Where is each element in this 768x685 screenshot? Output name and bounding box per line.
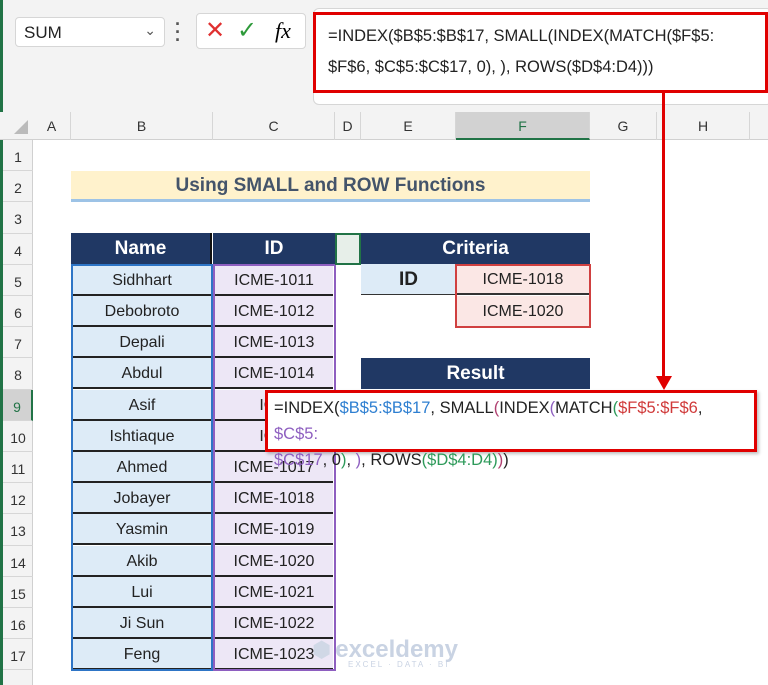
column-header-h[interactable]: H: [657, 112, 750, 140]
result-header[interactable]: Result: [361, 358, 590, 389]
column-header-d[interactable]: D: [335, 112, 361, 140]
check-icon[interactable]: ✓: [237, 16, 257, 45]
exceldemy-logo-icon: ⬢: [312, 637, 332, 662]
formula-token: ,: [697, 399, 703, 417]
formula-bar[interactable]: =INDEX($B$5:$B$17, SMALL(INDEX(MATCH($F$…: [313, 12, 768, 93]
row-header-6[interactable]: 6: [3, 296, 33, 328]
formula-token: , 0: [322, 451, 341, 469]
formula-token: $D$4:D4: [427, 451, 493, 469]
row-header-10[interactable]: 10: [3, 421, 33, 452]
formula-token: $C$5:: [274, 425, 319, 443]
formula-token: , ROWS: [361, 451, 422, 469]
row-header-4[interactable]: 4: [3, 234, 33, 265]
row-header-2[interactable]: 2: [3, 171, 33, 203]
name-header[interactable]: Name: [71, 233, 212, 264]
cell-d4-highlight[interactable]: [335, 233, 361, 265]
arrow-line: [662, 93, 665, 378]
name-box-value: SUM: [24, 23, 62, 42]
watermark: ⬢ exceldemy EXCEL · DATA · BI: [312, 636, 458, 669]
formula-token: INDEX: [499, 399, 550, 417]
row-header-7[interactable]: 7: [3, 327, 33, 359]
formula-line-2: $F$6, $C$5:$C$17, 0), ), ROWS($D$4:D4))): [328, 58, 654, 76]
row-header-3[interactable]: 3: [3, 202, 33, 234]
formula-buttons: ✕ ✓ fx: [196, 13, 306, 49]
formula-token: MATCH: [555, 399, 613, 417]
column-header-g[interactable]: G: [590, 112, 657, 140]
formula-callout: =INDEX($B$5:$B$17, SMALL(INDEX(MATCH($F$…: [265, 390, 757, 469]
sheet-title: Using SMALL and ROW Functions: [71, 171, 590, 202]
formula-token: $F$5:$F$6: [618, 399, 698, 417]
column-header-e[interactable]: E: [361, 112, 456, 140]
watermark-brand: exceldemy: [335, 636, 458, 663]
range-highlight-f: [455, 264, 591, 328]
column-header-c[interactable]: C: [213, 112, 335, 140]
column-header-b[interactable]: B: [71, 112, 213, 140]
chevron-down-icon[interactable]: ⌄: [144, 22, 156, 39]
row-header-17[interactable]: 17: [3, 639, 33, 671]
formula-token: ): [503, 451, 509, 469]
column-header-f[interactable]: F: [456, 112, 590, 140]
id-header[interactable]: ID: [213, 233, 335, 264]
row-header-12[interactable]: 12: [3, 483, 33, 515]
formula-token: ,: [346, 451, 356, 469]
formula-token: , SMALL: [430, 399, 494, 417]
more-icon[interactable]: · · ·: [175, 15, 181, 49]
watermark-tagline: EXCEL · DATA · BI: [348, 660, 450, 669]
row-header-13[interactable]: 13: [3, 514, 33, 546]
column-header-a[interactable]: A: [33, 112, 71, 140]
row-header-11[interactable]: 11: [3, 452, 33, 484]
row-header-14[interactable]: 14: [3, 546, 33, 577]
criteria-label[interactable]: ID: [361, 264, 456, 295]
row-header-9[interactable]: 9: [3, 389, 33, 421]
row-header-8[interactable]: 8: [3, 358, 33, 390]
row-header-5[interactable]: 5: [3, 265, 33, 296]
row-header-1[interactable]: 1: [3, 140, 33, 172]
x-icon[interactable]: ✕: [205, 16, 225, 45]
row-header-16[interactable]: 16: [3, 608, 33, 640]
formula-token: $C$17: [274, 451, 323, 469]
select-all-button[interactable]: [14, 120, 28, 134]
fx-icon[interactable]: fx: [275, 18, 291, 44]
formula-line-1: =INDEX($B$5:$B$17, SMALL(INDEX(MATCH($F$…: [328, 27, 715, 45]
formula-token: $B$5:$B$17: [339, 399, 431, 417]
criteria-header[interactable]: Criteria: [361, 233, 590, 264]
arrow-head-icon: [656, 376, 672, 390]
name-box[interactable]: SUM ⌄: [15, 17, 165, 47]
row-header-15[interactable]: 15: [3, 577, 33, 608]
formula-token: =INDEX(: [274, 399, 340, 417]
range-highlight-b: [71, 264, 213, 671]
